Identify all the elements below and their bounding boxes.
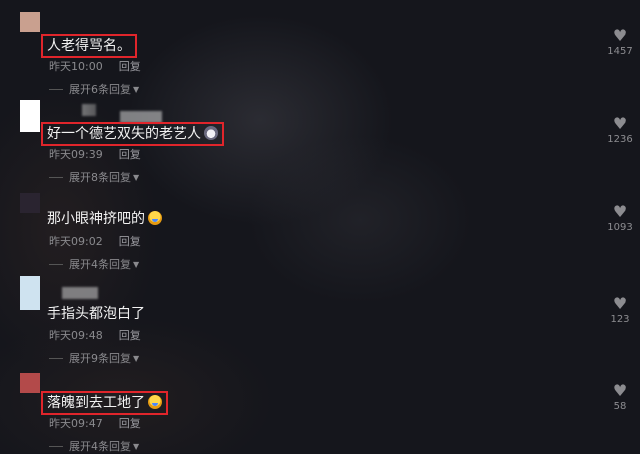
expand-replies-button[interactable]: 展开9条回复 ▼	[49, 350, 139, 366]
chevron-down-icon: ▼	[133, 84, 140, 94]
expand-replies-button[interactable]: 展开4条回复 ▼	[49, 256, 139, 272]
username[interactable]	[62, 287, 98, 299]
comment-text: 落魄到去工地了	[41, 391, 168, 415]
comment-time: 昨天10:00	[49, 60, 103, 73]
chevron-down-icon: ▼	[133, 172, 140, 182]
avatar[interactable]	[20, 12, 40, 32]
comment-time: 昨天09:39	[49, 148, 103, 161]
like-button[interactable]: ♥ 1236	[602, 114, 638, 146]
reply-button[interactable]: 回复	[119, 235, 141, 248]
like-button[interactable]: ♥ 123	[602, 294, 638, 326]
reply-button[interactable]: 回复	[119, 60, 141, 73]
comment-meta: 昨天09:48 回复	[49, 327, 141, 343]
avatar[interactable]	[20, 193, 40, 213]
like-count: 123	[610, 314, 630, 325]
divider	[49, 445, 63, 447]
comment-meta: 昨天09:02 回复	[49, 233, 141, 249]
divider	[49, 176, 63, 178]
divider	[49, 88, 63, 90]
comment-time: 昨天09:48	[49, 329, 103, 342]
heart-icon: ♥	[612, 381, 628, 400]
expand-replies-button[interactable]: 展开8条回复 ▼	[49, 169, 139, 185]
laughing-emoji-icon	[148, 211, 162, 225]
heart-icon: ♥	[612, 202, 628, 221]
divider	[49, 357, 63, 359]
like-button[interactable]: ♥ 1093	[602, 202, 638, 234]
heart-icon: ♥	[612, 114, 628, 133]
chevron-down-icon: ▼	[133, 441, 140, 451]
cat-emoji-icon	[204, 126, 218, 140]
comment-text: 好一个德艺双失的老艺人	[41, 122, 224, 146]
heart-icon: ♥	[612, 294, 628, 313]
like-count: 1093	[607, 222, 633, 233]
like-count: 58	[613, 401, 627, 412]
chevron-down-icon: ▼	[133, 259, 140, 269]
reply-button[interactable]: 回复	[119, 329, 141, 342]
comment-text: 人老得骂名。	[41, 34, 137, 58]
heart-icon: ♥	[612, 26, 628, 45]
comment-time: 昨天09:47	[49, 417, 103, 430]
like-count: 1236	[607, 134, 633, 145]
like-button[interactable]: ♥ 1457	[602, 26, 638, 58]
expand-replies-button[interactable]: 展开6条回复 ▼	[49, 81, 139, 97]
laughing-emoji-icon	[148, 395, 162, 409]
divider	[49, 263, 63, 265]
comment-meta: 昨天09:39 回复	[49, 146, 141, 162]
avatar[interactable]	[20, 373, 40, 393]
chevron-down-icon: ▼	[133, 353, 140, 363]
comment-text: 那小眼神挤吧的	[47, 210, 162, 228]
comment-time: 昨天09:02	[49, 235, 103, 248]
like-button[interactable]: ♥ 58	[602, 381, 638, 413]
comment-meta: 昨天09:47 回复	[49, 415, 141, 431]
avatar[interactable]	[20, 100, 40, 132]
comment-meta: 昨天10:00 回复	[49, 58, 141, 74]
like-count: 1457	[607, 46, 633, 57]
username[interactable]	[82, 104, 96, 116]
comment-text: 手指头都泡白了	[47, 306, 145, 322]
reply-button[interactable]: 回复	[119, 148, 141, 161]
avatar[interactable]	[20, 276, 40, 310]
expand-replies-button[interactable]: 展开4条回复 ▼	[49, 438, 139, 454]
reply-button[interactable]: 回复	[119, 417, 141, 430]
